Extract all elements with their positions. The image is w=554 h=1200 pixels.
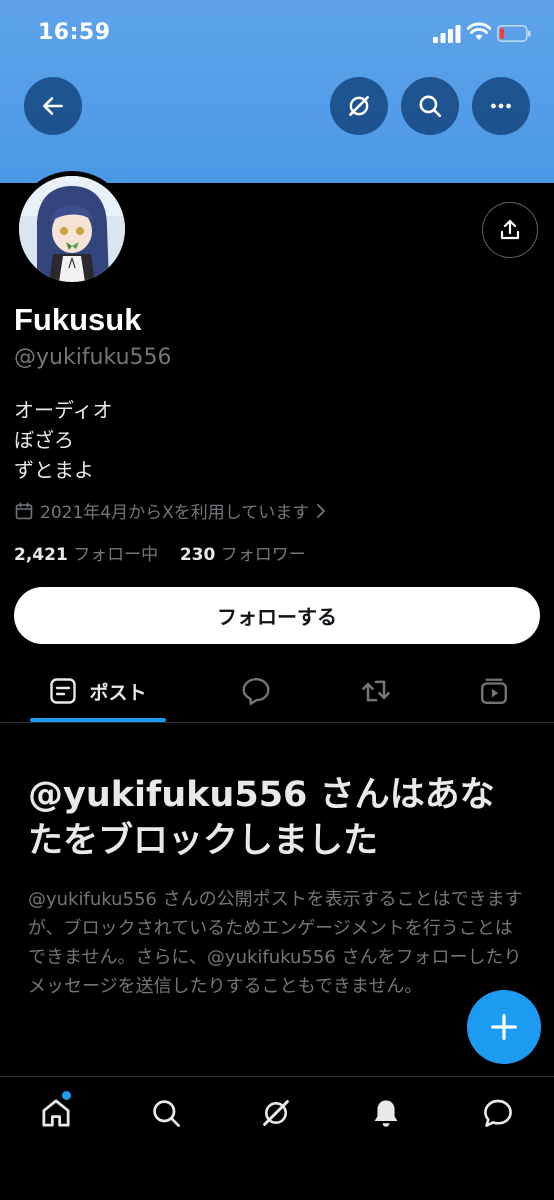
avatar-image bbox=[19, 176, 125, 282]
nav-messages[interactable] bbox=[478, 1093, 518, 1133]
active-tab-indicator bbox=[30, 718, 166, 722]
profile-name: Fukusuk bbox=[14, 302, 142, 337]
media-icon bbox=[481, 678, 507, 704]
chevron-right-icon bbox=[317, 503, 326, 518]
share-icon bbox=[500, 219, 520, 240]
bottom-nav bbox=[0, 1076, 554, 1200]
arrow-left-icon bbox=[43, 97, 63, 115]
grok-button[interactable] bbox=[330, 77, 388, 135]
search-icon bbox=[153, 1100, 180, 1127]
messages-icon bbox=[484, 1099, 512, 1127]
follow-stats: 2,421 フォロー中 230 フォロワー bbox=[14, 540, 306, 565]
tab-posts-label: ポスト bbox=[89, 681, 147, 704]
more-button[interactable] bbox=[472, 77, 530, 135]
following-label: フォロー中 bbox=[73, 545, 159, 565]
battery-icon bbox=[497, 25, 531, 42]
bell-icon bbox=[374, 1100, 398, 1127]
home-icon bbox=[42, 1099, 70, 1127]
grok-icon bbox=[349, 96, 369, 116]
more-dots-icon bbox=[491, 103, 511, 109]
tab-reposts[interactable] bbox=[356, 660, 396, 722]
tab-posts[interactable]: ポスト bbox=[30, 660, 166, 722]
status-time: 16:59 bbox=[38, 20, 111, 45]
reply-icon bbox=[242, 678, 270, 706]
followers-link[interactable]: 230 フォロワー bbox=[180, 545, 306, 565]
avatar[interactable] bbox=[14, 171, 130, 287]
blocked-title: @yukifuku556 さんはあなたをブロックしました bbox=[28, 775, 495, 861]
plus-icon bbox=[491, 1014, 517, 1040]
nav-home[interactable] bbox=[36, 1093, 76, 1133]
joined-text: 2021年4月からXを利用しています bbox=[40, 503, 310, 523]
grok-icon bbox=[263, 1100, 289, 1126]
posts-icon bbox=[50, 678, 77, 704]
tab-replies[interactable] bbox=[236, 660, 276, 722]
following-count: 2,421 bbox=[14, 545, 68, 565]
back-button[interactable] bbox=[24, 77, 82, 135]
nav-search[interactable] bbox=[146, 1093, 186, 1133]
follow-button[interactable]: フォローする bbox=[14, 587, 540, 644]
repost-icon bbox=[362, 680, 390, 702]
notification-dot bbox=[62, 1091, 71, 1100]
following-link[interactable]: 2,421 フォロー中 bbox=[14, 545, 158, 565]
compose-button[interactable] bbox=[467, 990, 541, 1064]
tab-media[interactable] bbox=[474, 660, 514, 722]
signal-icon bbox=[433, 25, 461, 43]
nav-grok[interactable] bbox=[256, 1093, 296, 1133]
share-button[interactable] bbox=[482, 202, 538, 258]
profile-bio: オーディオ ぼざろ ずとまよ bbox=[14, 395, 113, 485]
followers-label: フォロワー bbox=[220, 545, 306, 565]
nav-notifications[interactable] bbox=[366, 1093, 406, 1133]
profile-handle: @yukifuku556 bbox=[14, 345, 172, 370]
wifi-icon bbox=[467, 22, 491, 40]
bio-line: オーディオ bbox=[14, 398, 113, 422]
followers-count: 230 bbox=[179, 545, 216, 565]
search-icon bbox=[419, 95, 442, 118]
blocked-message: @yukifuku556 さんの公開ポストを表示することはできますが、ブロックさ… bbox=[28, 889, 523, 997]
calendar-icon bbox=[15, 501, 33, 519]
bio-line: ぼざろ bbox=[14, 428, 74, 452]
search-button[interactable] bbox=[401, 77, 459, 135]
bio-line: ずとまよ bbox=[14, 458, 94, 482]
joined-date[interactable]: 2021年4月からXを利用しています bbox=[14, 498, 327, 523]
profile-tabs: ポスト bbox=[0, 660, 554, 723]
